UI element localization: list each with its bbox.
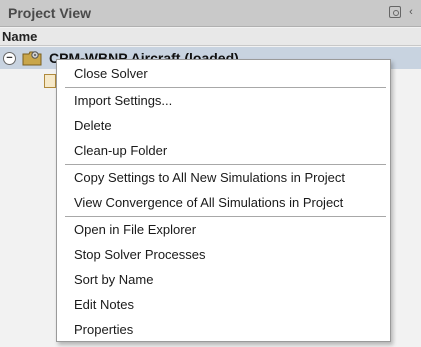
project-view-panel: Project View ‹ Name − CPM-WBNP Aircraft … bbox=[0, 0, 421, 347]
menu-separator bbox=[65, 164, 386, 165]
title-bar-icons: ‹ bbox=[389, 6, 417, 18]
menu-separator bbox=[65, 216, 386, 217]
menu-separator bbox=[65, 87, 386, 88]
column-header[interactable]: Name bbox=[0, 28, 421, 46]
menu-item-copy-settings[interactable]: Copy Settings to All New Simulations in … bbox=[58, 166, 389, 190]
menu-item-view-convergence[interactable]: View Convergence of All Simulations in P… bbox=[58, 191, 389, 215]
panel-title-bar: Project View ‹ bbox=[0, 0, 421, 27]
collapse-toggle-icon[interactable]: − bbox=[3, 52, 16, 65]
menu-item-close-solver[interactable]: Close Solver bbox=[58, 62, 389, 86]
menu-item-edit-notes[interactable]: Edit Notes bbox=[58, 293, 389, 317]
panel-title: Project View bbox=[8, 5, 92, 21]
menu-item-stop-solver[interactable]: Stop Solver Processes bbox=[58, 243, 389, 267]
menu-item-open-explorer[interactable]: Open in File Explorer bbox=[58, 218, 389, 242]
menu-item-cleanup-folder[interactable]: Clean-up Folder bbox=[58, 139, 389, 163]
menu-item-import-settings[interactable]: Import Settings... bbox=[58, 89, 389, 113]
context-menu: Close Solver Import Settings... Delete C… bbox=[56, 59, 391, 342]
pin-icon[interactable] bbox=[389, 6, 401, 18]
column-header-name: Name bbox=[2, 29, 38, 44]
folder-gear-icon bbox=[22, 51, 42, 66]
menu-item-sort-by-name[interactable]: Sort by Name bbox=[58, 268, 389, 292]
menu-item-properties[interactable]: Properties bbox=[58, 318, 389, 342]
menu-item-delete[interactable]: Delete bbox=[58, 114, 389, 138]
chevron-left-icon[interactable]: ‹ bbox=[405, 6, 417, 18]
document-icon[interactable] bbox=[44, 74, 56, 88]
